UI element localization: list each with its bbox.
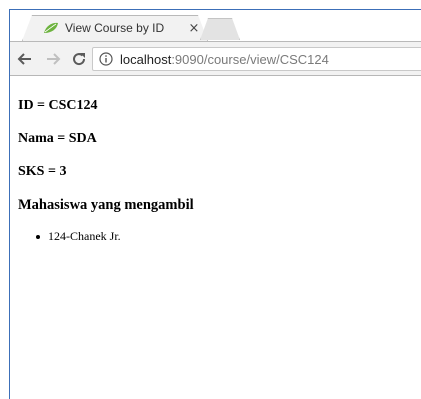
info-icon[interactable] xyxy=(99,52,113,66)
tab-active[interactable]: View Course by ID × xyxy=(22,15,208,41)
course-sks: SKS = 3 xyxy=(18,164,67,179)
tab-title: View Course by ID xyxy=(65,21,165,35)
tab-strip: View Course by ID × xyxy=(10,10,421,41)
address-bar[interactable]: localhost:9090/course/view/CSC124 xyxy=(92,47,421,71)
bullet-icon xyxy=(36,234,40,239)
url-text[interactable]: localhost:9090/course/view/CSC124 xyxy=(120,52,329,67)
close-tab-icon[interactable]: × xyxy=(187,22,201,35)
list-item: 124-Chanek Jr. xyxy=(36,229,121,244)
students-heading: Mahasiswa yang mengambil xyxy=(18,197,194,213)
page-content: ID = CSC124 Nama = SDA SKS = 3 Mahasiswa… xyxy=(10,77,421,399)
students-list: 124-Chanek Jr. xyxy=(36,229,121,244)
toolbar: localhost:9090/course/view/CSC124 xyxy=(10,41,421,76)
url-host: localhost xyxy=(120,51,172,67)
course-name: Nama = SDA xyxy=(18,131,97,146)
course-id: ID = CSC124 xyxy=(18,98,98,113)
student-label: 124-Chanek Jr. xyxy=(48,229,121,243)
reload-icon[interactable] xyxy=(70,50,88,68)
leaf-icon xyxy=(44,22,58,33)
arrow-right-icon[interactable] xyxy=(44,50,62,68)
browser-window: View Course by ID × localhost:9090/cours… xyxy=(9,9,421,399)
arrow-left-icon[interactable] xyxy=(16,50,34,68)
url-path: :9090/course/view/CSC124 xyxy=(171,51,329,67)
